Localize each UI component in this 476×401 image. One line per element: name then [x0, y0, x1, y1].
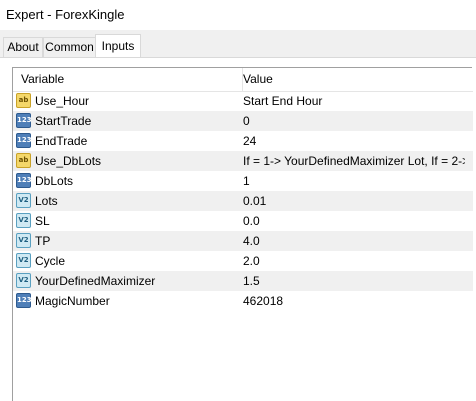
table-row[interactable]: V2 SL 0.0 [13, 211, 473, 231]
integer-type-icon: 123 [16, 133, 32, 148]
table-row[interactable]: V2 Cycle 2.0 [13, 251, 473, 271]
tab-inputs[interactable]: Inputs [95, 34, 141, 58]
title-bar: Expert - ForexKingle [0, 0, 476, 30]
double-type-icon: V2 [16, 233, 31, 248]
variable-value[interactable]: 0.01 [243, 194, 465, 208]
variable-name: Use_Hour [35, 94, 90, 108]
variable-name: StartTrade [35, 114, 92, 128]
variable-name: DbLots [35, 174, 74, 188]
window-title: Expert - ForexKingle [6, 7, 125, 22]
integer-type-icon: 123 [16, 113, 32, 128]
variable-name: Lots [35, 194, 58, 208]
variable-value[interactable]: 1 [243, 174, 465, 188]
inputs-grid: Variable Value ab Use_Hour Start End Hou… [12, 67, 473, 401]
variable-value[interactable]: Start End Hour [243, 94, 465, 108]
table-row[interactable]: 123 DbLots 1 [13, 171, 473, 191]
inputs-panel: Variable Value ab Use_Hour Start End Hou… [0, 57, 476, 401]
double-type-icon: V2 [16, 273, 31, 288]
table-row[interactable]: 123 StartTrade 0 [13, 111, 473, 131]
integer-type-icon: 123 [16, 293, 32, 308]
grid-header: Variable Value [13, 68, 473, 92]
variable-name: TP [35, 234, 51, 248]
variable-name: EndTrade [35, 134, 88, 148]
variable-value[interactable]: 0.0 [243, 214, 465, 228]
variable-name: MagicNumber [35, 294, 110, 308]
double-type-icon: V2 [16, 193, 31, 208]
variable-value[interactable]: 24 [243, 134, 465, 148]
variable-name: YourDefinedMaximizer [35, 274, 156, 288]
table-row[interactable]: 123 EndTrade 24 [13, 131, 473, 151]
string-type-icon: ab [16, 93, 31, 108]
variable-value[interactable]: 2.0 [243, 254, 465, 268]
variable-name: SL [35, 214, 50, 228]
variable-value[interactable]: 0 [243, 114, 465, 128]
variable-value[interactable]: 4.0 [243, 234, 465, 248]
variable-value[interactable]: 462018 [243, 294, 465, 308]
double-type-icon: V2 [16, 253, 31, 268]
variable-name: Use_DbLots [35, 154, 102, 168]
double-type-icon: V2 [16, 213, 31, 228]
string-type-icon: ab [16, 153, 31, 168]
variable-value[interactable]: 1.5 [243, 274, 465, 288]
header-value[interactable]: Value [243, 72, 273, 86]
tab-common[interactable]: Common [43, 37, 96, 57]
table-row[interactable]: V2 Lots 0.01 [13, 191, 473, 211]
integer-type-icon: 123 [16, 173, 32, 188]
table-row[interactable]: V2 YourDefinedMaximizer 1.5 [13, 271, 473, 291]
variable-name: Cycle [35, 254, 66, 268]
tab-strip: About Common Inputs [0, 30, 476, 58]
table-row[interactable]: 123 MagicNumber 462018 [13, 291, 473, 311]
tab-about[interactable]: About [3, 37, 43, 57]
table-row[interactable]: ab Use_DbLots If = 1-> YourDefinedMaximi… [13, 151, 473, 171]
variable-value[interactable]: If = 1-> YourDefinedMaximizer Lot, If = … [243, 154, 465, 168]
table-row[interactable]: V2 TP 4.0 [13, 231, 473, 251]
table-row[interactable]: ab Use_Hour Start End Hour [13, 91, 473, 111]
header-variable[interactable]: Variable [21, 72, 64, 86]
